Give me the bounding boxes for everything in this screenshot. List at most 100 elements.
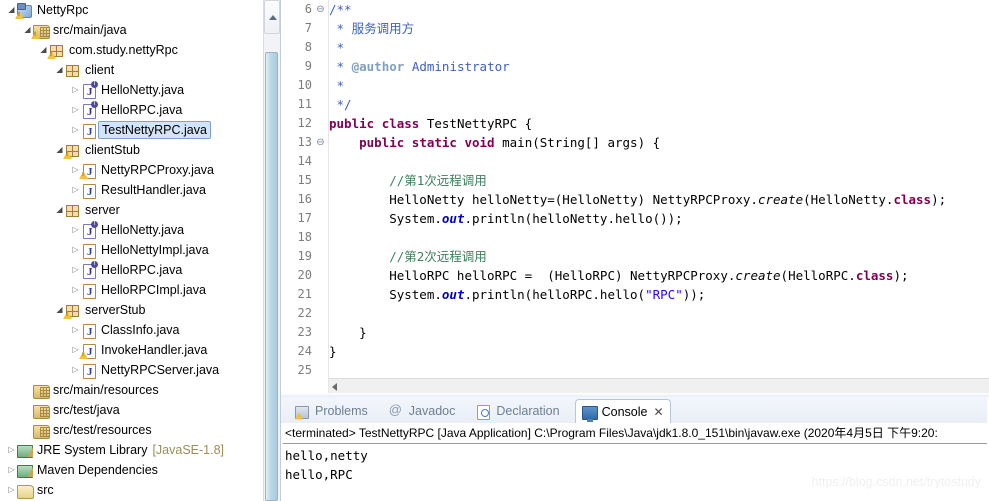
line-number: 19 (297, 249, 312, 263)
tree-item-client[interactable]: ◢ client (0, 60, 263, 80)
tree-item-label: client (85, 63, 115, 77)
twisty-collapsed-icon[interactable]: ▷ (70, 340, 81, 360)
tree-item-hellorpc-java[interactable]: ▷ IHelloRPC.java (0, 260, 263, 280)
line-number: 15 (297, 173, 312, 187)
tree-item-testnettyrpc-java[interactable]: ▷ TestNettyRPC.java (0, 120, 263, 140)
tree-item-label: InvokeHandler.java (101, 343, 208, 357)
package-explorer-tree[interactable]: ◢ NettyRpc ◢ src/main/java ◢ com.study.nettyR… (0, 0, 263, 501)
tree-item-classinfo-java[interactable]: ▷ ClassInfo.java (0, 320, 263, 340)
tree-item-jre-system-library[interactable]: ▷ JRE System Library [JavaSE-1.8] (0, 440, 263, 460)
console-output-area[interactable]: <terminated> TestNettyRPC [Java Applicat… (281, 423, 989, 501)
twisty-collapsed-icon[interactable]: ▷ (70, 180, 81, 200)
tree-item-label: src/main/java (53, 23, 127, 37)
twisty-collapsed-icon[interactable]: ▷ (70, 320, 81, 340)
tree-item-hellorpc-java[interactable]: ▷ IHelloRPC.java (0, 100, 263, 120)
scrollbar-thumb[interactable] (265, 52, 278, 501)
tree-item-nettyrpc[interactable]: ◢ NettyRpc (0, 0, 263, 20)
tree-item-src-main-resources[interactable]: src/main/resources (0, 380, 263, 400)
twisty-expanded-icon[interactable]: ◢ (54, 200, 65, 220)
java-class-icon (81, 282, 97, 299)
code-line: } (329, 344, 337, 359)
tab-problems[interactable]: Problems (289, 399, 374, 422)
twisty-expanded-icon[interactable]: ◢ (38, 40, 49, 60)
tree-item-maven-dependencies[interactable]: ▷ Maven Dependencies (0, 460, 263, 480)
tree-item-clientstub[interactable]: ◢ clientStub (0, 140, 263, 160)
twisty-collapsed-icon[interactable]: ▷ (70, 280, 81, 300)
twisty-collapsed-icon[interactable]: ▷ (6, 460, 17, 480)
eclipse-ide-window: ◢ NettyRpc ◢ src/main/java ◢ com.study.nettyR… (0, 0, 989, 501)
interface-badge-icon: I (91, 221, 98, 228)
tree-item-label: src/main/resources (53, 383, 159, 397)
tree-item-hellonetty-java[interactable]: ▷ IHelloNetty.java (0, 80, 263, 100)
twisty-expanded-icon[interactable]: ◢ (54, 140, 65, 160)
twisty-collapsed-icon[interactable]: ▷ (70, 260, 81, 280)
line-number: 24 (297, 344, 312, 358)
twisty-expanded-icon[interactable]: ◢ (54, 60, 65, 80)
declaration-icon (476, 404, 491, 420)
editor-line-number-gutter: 6 ⊖ 7 8 9 10 11 12 13 ⊖ 14 15 16 17 18 19 20 21 22 23 24 25 (281, 0, 329, 393)
line-number: 10 (297, 78, 312, 92)
bottom-panel-tab-bar[interactable]: Problems Javadoc Declaration Console ✕ (281, 397, 989, 424)
tree-item-hellonettyimpl-java[interactable]: ▷ HelloNettyImpl.java (0, 240, 263, 260)
twisty-collapsed-icon[interactable]: ▷ (70, 100, 81, 120)
source-folder-icon-glyph (33, 385, 50, 399)
tree-item-label: TestNettyRPC.java (98, 121, 211, 139)
twisty-expanded-icon[interactable]: ◢ (22, 20, 33, 40)
tree-item-label: NettyRPCServer.java (101, 363, 220, 377)
tab-javadoc[interactable]: Javadoc (383, 399, 462, 422)
twisty-collapsed-icon[interactable]: ▷ (6, 480, 17, 500)
tab-declaration[interactable]: Declaration (470, 399, 565, 422)
tree-item-label: JRE System Library (37, 443, 148, 457)
line-number: 7 (304, 21, 312, 35)
java-class-icon (81, 122, 97, 139)
explorer-vertical-scrollbar[interactable] (263, 0, 281, 501)
fold-collapse-icon[interactable]: ⊖ (315, 133, 326, 152)
twisty-collapsed-icon[interactable]: ▷ (6, 440, 17, 460)
twisty-collapsed-icon[interactable]: ▷ (70, 80, 81, 100)
tree-item-com-study-nettyrpc[interactable]: ◢ com.study.nettyRpc (0, 40, 263, 60)
tree-item-nettyrpcproxy-java[interactable]: ▷ NettyRPCProxy.java (0, 160, 263, 180)
twisty-collapsed-icon[interactable]: ▷ (70, 120, 81, 140)
tab-label: Console (601, 404, 648, 419)
line-number: 18 (297, 230, 312, 244)
tree-item-server[interactable]: ◢ server (0, 200, 263, 220)
tree-item-hellonetty-java[interactable]: ▷ IHelloNetty.java (0, 220, 263, 240)
tree-item-src-test-resources[interactable]: src/test/resources (0, 420, 263, 440)
interface-badge-icon: I (91, 101, 98, 108)
package-icon (65, 62, 81, 78)
library-icon-glyph (17, 465, 33, 478)
twisty-collapsed-icon[interactable]: ▷ (70, 360, 81, 380)
scroll-up-arrow-icon[interactable] (264, 0, 280, 34)
twisty-collapsed-icon[interactable]: ▷ (70, 220, 81, 240)
twisty-collapsed-icon[interactable]: ▷ (70, 240, 81, 260)
line-number: 11 (297, 97, 312, 111)
twisty-expanded-icon[interactable]: ◢ (6, 0, 17, 20)
tree-item-hellorpcimpl-java[interactable]: ▷ HelloRPCImpl.java (0, 280, 263, 300)
tree-item-invokehandler-java[interactable]: ▷ InvokeHandler.java (0, 340, 263, 360)
fold-collapse-icon[interactable]: ⊖ (315, 0, 326, 19)
editor-code-area[interactable]: /** * 服务调用方 * * @author Administrator * … (329, 0, 989, 378)
tree-item-serverstub[interactable]: ◢ serverStub (0, 300, 263, 320)
tree-item-src-test-java[interactable]: src/test/java (0, 400, 263, 420)
tree-item-src[interactable]: ▷ src (0, 480, 263, 500)
tree-item-label: clientStub (85, 143, 140, 157)
twisty-expanded-icon[interactable]: ◢ (54, 300, 65, 320)
twisty-collapsed-icon[interactable]: ▷ (70, 160, 81, 180)
code-editor[interactable]: 6 ⊖ 7 8 9 10 11 12 13 ⊖ 14 15 16 17 18 19 20 21 22 23 24 25 /… (281, 0, 989, 393)
tab-console[interactable]: Console ✕ (574, 399, 671, 423)
code-line: * @author Administrator (329, 59, 510, 74)
console-icon-glyph (581, 405, 598, 422)
console-line: hello,netty (285, 448, 368, 463)
tree-item-resulthandler-java[interactable]: ▷ ResultHandler.java (0, 180, 263, 200)
close-icon[interactable]: ✕ (653, 406, 663, 418)
code-line: //第1次远程调用 (329, 173, 487, 188)
java-class-icon-glyph (83, 184, 96, 199)
java-class-icon (81, 242, 97, 259)
tree-item-label: ClassInfo.java (101, 323, 180, 337)
problems-icon (295, 404, 310, 419)
code-line: /** (329, 2, 352, 17)
editor-horizontal-scrollbar[interactable] (329, 378, 989, 393)
tree-item-src-main-java[interactable]: ◢ src/main/java (0, 20, 263, 40)
tree-item-nettyrpcserver-java[interactable]: ▷ NettyRPCServer.java (0, 360, 263, 380)
line-number: 9 (304, 59, 312, 73)
